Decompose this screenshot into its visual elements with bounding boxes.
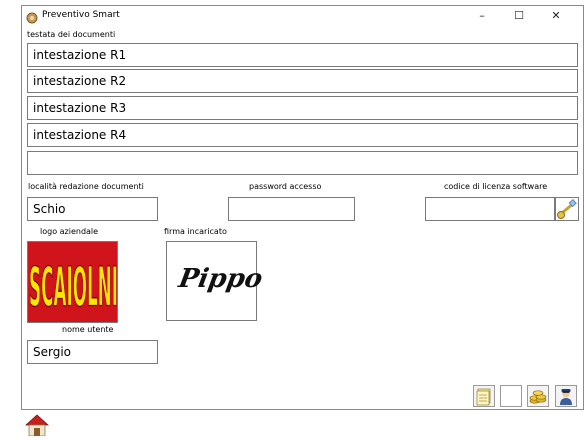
logo-label: logo aziendale <box>40 227 99 236</box>
header-line-1[interactable]: intestazione R1 <box>27 43 578 67</box>
documents-button[interactable] <box>473 385 495 407</box>
header-line-3[interactable]: intestazione R3 <box>27 96 578 120</box>
home-icon <box>24 414 50 440</box>
header-line-4[interactable]: intestazione R4 <box>27 123 578 147</box>
app-icon <box>26 9 38 24</box>
header-section-label: testata dei documenti <box>27 30 116 39</box>
window-title: Preventivo Smart <box>42 10 120 20</box>
key-icon <box>556 198 578 224</box>
location-field[interactable]: Schio <box>27 197 158 221</box>
document-stack-icon <box>474 388 494 410</box>
license-key-button[interactable] <box>555 197 579 221</box>
license-label: codice di licenza software <box>444 182 548 191</box>
officer-button[interactable] <box>555 385 577 407</box>
home-button[interactable] <box>24 414 50 437</box>
company-logo[interactable]: SCAIOLNI <box>27 241 118 323</box>
minimize-button[interactable]: – <box>465 6 499 26</box>
blank-button[interactable] <box>500 385 522 407</box>
header-line-5[interactable] <box>27 151 578 175</box>
user-label: nome utente <box>62 325 114 334</box>
logo-text: SCAIOLNI <box>29 257 118 319</box>
close-button[interactable]: ✕ <box>539 6 573 26</box>
password-label: password accesso <box>249 182 322 191</box>
location-label: località redazione documenti <box>28 182 144 191</box>
license-field[interactable] <box>425 197 555 221</box>
signature-label: firma incaricato <box>164 227 227 236</box>
password-field[interactable] <box>228 197 355 221</box>
coins-button[interactable] <box>527 385 549 407</box>
maximize-button[interactable]: ☐ <box>502 6 536 26</box>
coins-icon <box>528 390 548 410</box>
officer-icon <box>556 389 576 410</box>
user-field[interactable]: Sergio <box>27 340 158 364</box>
header-line-2[interactable]: intestazione R2 <box>27 69 578 93</box>
signature-image[interactable]: Pippo <box>166 241 265 321</box>
signature-text: Pippo <box>176 264 265 294</box>
